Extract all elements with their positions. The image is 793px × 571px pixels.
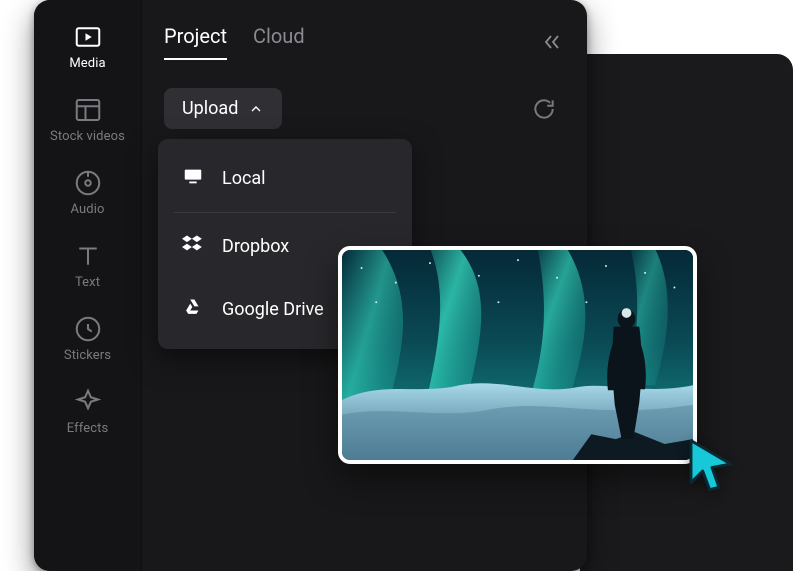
disc-icon (73, 168, 103, 198)
upload-row: Upload (164, 88, 563, 129)
desktop-icon (182, 165, 204, 192)
upload-button[interactable]: Upload (164, 88, 282, 129)
sidebar-item-label: Text (75, 275, 100, 290)
play-box-icon (73, 22, 103, 52)
tab-cloud[interactable]: Cloud (253, 24, 305, 60)
google-drive-icon (182, 296, 204, 323)
upload-option-local[interactable]: Local (158, 147, 412, 210)
collapse-panel-button[interactable] (539, 30, 563, 54)
text-icon (73, 241, 103, 271)
upload-option-label: Local (222, 168, 266, 189)
dropdown-divider (174, 212, 396, 213)
tab-project[interactable]: Project (164, 24, 227, 60)
clock-icon (73, 314, 103, 344)
sidebar-item-stock-videos[interactable]: Stock videos (34, 95, 141, 144)
left-sidebar: Media Stock videos Audio Text (34, 0, 142, 571)
sidebar-item-text[interactable]: Text (34, 241, 141, 290)
sidebar-item-media[interactable]: Media (34, 22, 141, 71)
refresh-button[interactable] (531, 96, 557, 122)
sidebar-item-effects[interactable]: Effects (34, 387, 141, 436)
sidebar-item-stickers[interactable]: Stickers (34, 314, 141, 363)
upload-option-label: Google Drive (222, 299, 324, 320)
sidebar-item-audio[interactable]: Audio (34, 168, 141, 217)
sidebar-item-label: Effects (67, 421, 109, 436)
sidebar-item-label: Stickers (64, 348, 111, 363)
sidebar-item-label: Stock videos (50, 129, 125, 144)
sidebar-item-label: Media (69, 56, 105, 71)
sidebar-item-label: Audio (71, 202, 105, 217)
chevron-up-icon (248, 101, 264, 117)
layout-icon (73, 95, 103, 125)
cursor-icon (684, 436, 740, 492)
upload-button-label: Upload (182, 98, 238, 119)
sparkle-icon (73, 387, 103, 417)
upload-option-label: Dropbox (222, 236, 289, 257)
dragged-media-thumbnail[interactable] (338, 246, 697, 464)
tabs: Project Cloud (164, 24, 305, 60)
tabs-row: Project Cloud (164, 24, 563, 60)
dropbox-icon (182, 233, 204, 260)
